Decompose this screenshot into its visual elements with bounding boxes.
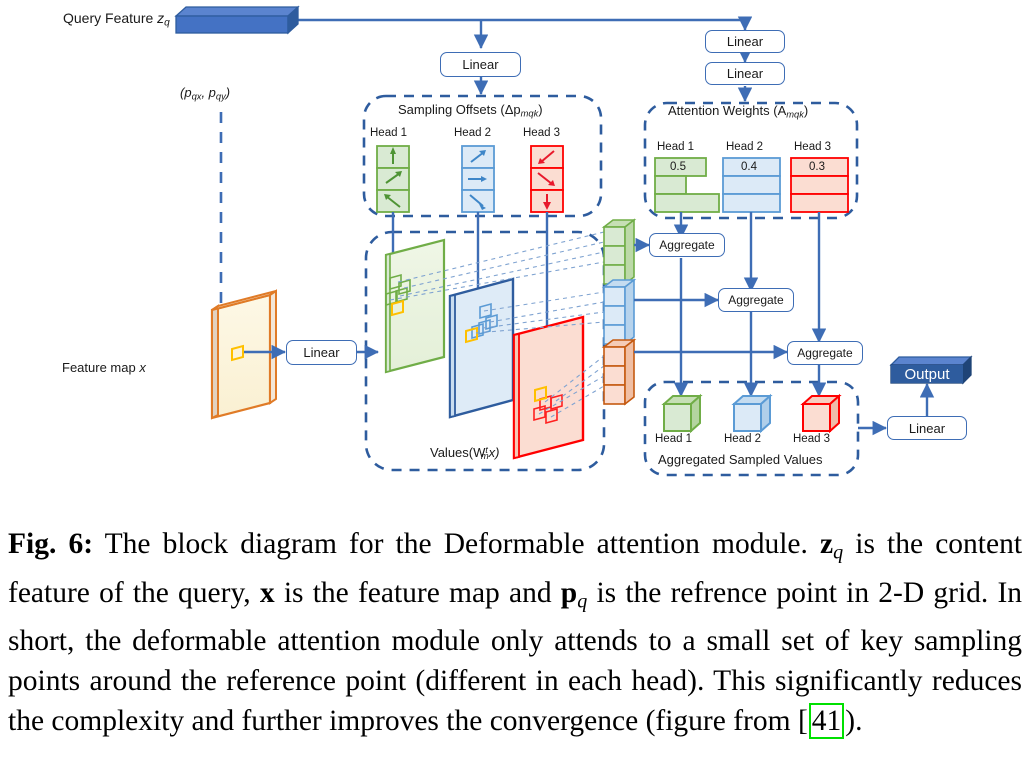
figure-number: Fig. 6: (8, 528, 94, 560)
attention-head-2-label: Head 2 (726, 141, 764, 153)
output-label: Output (904, 365, 950, 383)
offsets-head-2 (461, 145, 495, 213)
values-box-title: Values(Wtmx) (430, 446, 499, 462)
figure-root: Query Feature zq (pqx, pqy) Feature map … (0, 0, 1028, 783)
caption-part-5: ). (845, 705, 863, 738)
values-plane-head3 (512, 315, 585, 460)
linear-attn-1-button[interactable]: Linear (705, 30, 785, 53)
aggregate-head1-button[interactable]: Aggregate (649, 233, 725, 257)
aggregate-head3-label: Aggregate (797, 346, 853, 360)
caption-z-sub: q (833, 541, 844, 564)
linear-values-label: Linear (303, 345, 340, 360)
query-feature-label: Query Feature zq (63, 11, 170, 29)
citation-reference-41[interactable]: 41 (808, 703, 845, 740)
caption-part-3: is the feature map and (283, 576, 552, 609)
linear-output-label: Linear (908, 420, 946, 436)
linear-attn-1-label: Linear (726, 34, 764, 49)
values-plane-head2 (448, 277, 515, 419)
sampling-offsets-title-sub: mqk (520, 108, 539, 119)
attention-head-2-value: 0.4 (741, 161, 757, 173)
aggregated-head-1-label: Head 1 (655, 433, 693, 445)
feature-map-label: Feature map x (62, 361, 146, 374)
aggregated-cube-head2 (731, 393, 773, 434)
caption-open-bracket: [ (797, 705, 808, 738)
sampling-offsets-head-3-label: Head 3 (523, 127, 561, 139)
aggregated-cube-head1 (661, 393, 703, 434)
aggregated-sampled-values-title: Aggregated Sampled Values (658, 452, 823, 467)
aggregate-head2-button[interactable]: Aggregate (718, 288, 794, 312)
sampled-values-head3-stack (601, 338, 637, 406)
caption-z-symbol: z (820, 528, 834, 560)
sampled-values-head2-stack (601, 278, 637, 346)
query-bus-wires (296, 16, 753, 49)
sampling-offsets-title-close: ) (538, 102, 543, 117)
ref-p-sub2: qy (215, 91, 226, 102)
linear-values-button[interactable]: Linear (286, 340, 357, 365)
values-title-text: Values(W (430, 445, 486, 460)
caption-part-1: The block diagram for the Deformable att… (104, 528, 808, 560)
attention-head-1-value: 0.5 (670, 161, 686, 173)
offsets-head-3 (530, 145, 564, 213)
attention-weights-title: Attention Weights (Amqk) (668, 104, 808, 120)
attention-head-3-value: 0.3 (809, 161, 825, 173)
ref-p-mid: , p (201, 85, 216, 100)
aggregated-head-2-label: Head 2 (724, 433, 762, 445)
linear-offsets-label: Linear (462, 57, 499, 72)
values-plane-head1 (384, 238, 446, 374)
figure-caption: Fig. 6: The block diagram for the Deform… (8, 524, 1022, 741)
caption-p-symbol: p (560, 576, 578, 609)
attention-weights-title-close: ) (803, 103, 809, 118)
sampling-offsets-title: Sampling Offsets (Δpmqk) (398, 103, 543, 119)
ref-p-close: ) (225, 85, 231, 100)
values-title-tail: x) (488, 445, 500, 460)
offsets-head-1 (376, 145, 410, 213)
ref-p-open: (p (180, 85, 192, 100)
deformable-attention-block-diagram: Query Feature zq (pqx, pqy) Feature map … (0, 0, 1028, 505)
aggregated-head-3-label: Head 3 (793, 433, 831, 445)
aggregate-head3-button[interactable]: Aggregate (787, 341, 863, 365)
values-title-sub: m (480, 451, 489, 462)
attention-head-1 (654, 157, 720, 213)
linear-output-button[interactable]: Linear (887, 416, 967, 440)
caption-p-sub: q (577, 590, 588, 613)
feature-map-3d (210, 289, 277, 420)
aggregate-head1-label: Aggregate (659, 238, 715, 252)
attention-weights-title-text: Attention Weights (A (668, 103, 787, 118)
sampling-offsets-head-1-label: Head 1 (370, 127, 408, 139)
aggregate-head2-label: Aggregate (728, 293, 784, 307)
feature-map-label-text: Feature map (62, 360, 140, 375)
reference-point-label: (pqx, pqy) (180, 86, 230, 102)
sampled-values-head1-stack (601, 218, 637, 286)
query-feature-label-text: Query Feature (63, 10, 158, 26)
attention-head-1-label: Head 1 (657, 141, 695, 153)
attention-head-3-label: Head 3 (794, 141, 832, 153)
caption-x-symbol: x (259, 576, 275, 609)
aggregated-cube-head3 (800, 393, 842, 434)
linear-attn-2-button[interactable]: Linear (705, 62, 785, 85)
query-feature-slab (174, 5, 300, 35)
attention-weights-title-sub: mqk (786, 109, 804, 120)
output-slab-label-box: Output (891, 365, 963, 383)
linear-offsets-button[interactable]: Linear (440, 52, 521, 77)
sampling-offsets-title-text: Sampling Offsets (Δp (398, 102, 521, 117)
query-feature-label-sub: q (164, 17, 170, 29)
ref-p-sub1: qx (191, 91, 202, 102)
linear-attn-2-label: Linear (726, 66, 764, 81)
sampling-offsets-head-2-label: Head 2 (454, 127, 492, 139)
feature-map-label-var: x (139, 360, 146, 375)
